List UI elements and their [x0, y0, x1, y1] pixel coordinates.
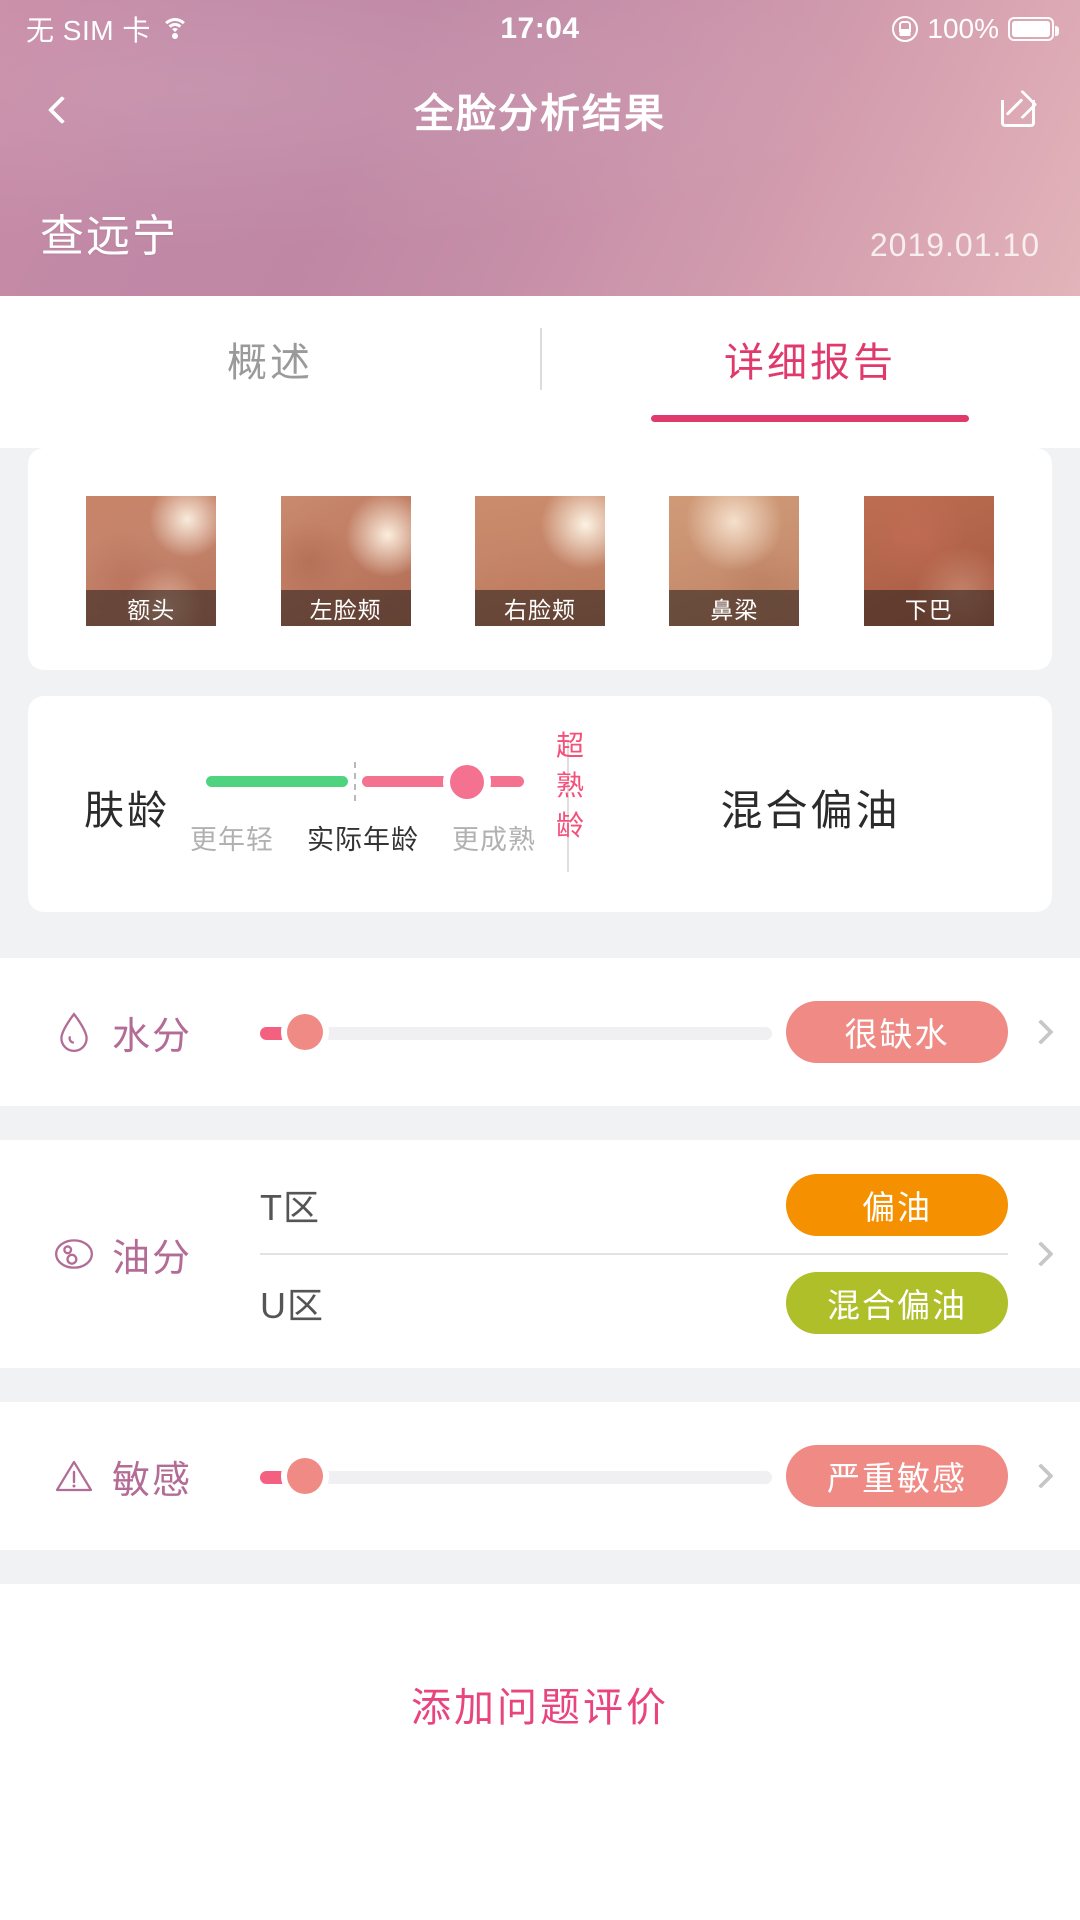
metric-row-moisture[interactable]: 水分 很缺水 [0, 958, 1080, 1106]
footer-bar: 添加问题评价 [0, 1584, 1080, 1824]
user-name: 查远宁 [40, 212, 178, 261]
water-drop-icon-svg [60, 1012, 88, 1053]
skin-patch-label: 鼻梁 [669, 590, 800, 626]
skin-patch-item[interactable]: 额头 [86, 496, 217, 626]
tab-detailed-report[interactable]: 详细报告 [540, 296, 1080, 422]
tab-detailed-report-label: 详细报告 [724, 341, 896, 385]
add-review-button[interactable]: 添加问题评价 [411, 1675, 669, 1733]
metric-row-oil[interactable]: 油分 T区 偏油 U区 混合偏油 [0, 1140, 1080, 1368]
oil-zone-divider [260, 1253, 1008, 1255]
skin-patch-list: 额头 左脸颊 右脸颊 鼻梁 下巴 [28, 496, 1052, 626]
sensitivity-slider[interactable] [260, 1458, 772, 1494]
skin-patch-image: 右脸颊 [474, 496, 605, 626]
metric-name-sensitivity: 敏感 [112, 1459, 193, 1502]
section-gap [0, 1106, 1080, 1140]
skin-patch-item[interactable]: 鼻梁 [669, 496, 800, 626]
battery-percent-label: 100% [927, 13, 999, 44]
skin-type-summary-label: 混合偏油 [720, 786, 901, 834]
skin-age-scale: 更年轻 实际年龄 更成熟 [190, 818, 536, 857]
navigation-bar: 全脸分析结果 [0, 58, 1080, 162]
oil-pores-icon-svg [54, 1239, 94, 1269]
tab-bar: 概述 详细报告 [0, 296, 1080, 422]
subheader: 查远宁 2019.01.10 [0, 162, 1080, 264]
skin-age-actual-marker [354, 761, 356, 802]
skin-age-label: 肤龄 [84, 789, 170, 833]
warning-triangle-icon [48, 1458, 100, 1494]
moisture-result-label: 很缺水 [844, 1016, 950, 1053]
moisture-slider-track [260, 1027, 772, 1040]
report-body: 额头 左脸颊 右脸颊 鼻梁 下巴 肤龄 超熟龄 更年轻 实际年龄 更成熟 混合偏… [0, 448, 1080, 1824]
skin-patch-card: 额头 左脸颊 右脸颊 鼻梁 下巴 [28, 448, 1052, 670]
status-bar-right: 100% [892, 13, 1059, 45]
skin-age-meter[interactable]: 超熟龄 更年轻 实际年龄 更成熟 [190, 730, 584, 857]
skin-patch-label: 下巴 [863, 590, 994, 626]
section-gap [0, 912, 1080, 958]
back-button[interactable] [34, 82, 90, 138]
sensitivity-result-badge: 严重敏感 [786, 1445, 1008, 1507]
skin-age-badge: 超熟龄 [556, 729, 586, 841]
skin-patch-label: 左脸颊 [280, 590, 411, 626]
oil-result-badge-u: 混合偏油 [786, 1272, 1008, 1334]
oil-result-label-t: 偏油 [862, 1189, 932, 1226]
sensitivity-slider-knob[interactable] [286, 1458, 323, 1494]
skin-patch-label: 右脸颊 [474, 590, 605, 626]
skin-patch-image: 鼻梁 [669, 496, 800, 626]
oil-zones: T区 偏油 U区 混合偏油 [260, 1163, 1008, 1345]
app-root: 无 SIM 卡 17:04 100% 全脸分析结果 查远宁 2019.01.10… [0, 0, 1080, 1920]
section-gap [0, 1550, 1080, 1584]
moisture-slider[interactable] [260, 1014, 772, 1050]
oil-zone-row-u: U区 混合偏油 [260, 1261, 1008, 1345]
water-drop-icon [48, 1011, 100, 1053]
share-button[interactable] [990, 82, 1046, 138]
skin-patch-item[interactable]: 下巴 [863, 496, 994, 626]
chevron-right-icon[interactable] [1028, 1019, 1054, 1045]
skin-age-meter-group: 肤龄 超熟龄 更年轻 实际年龄 更成熟 [28, 730, 584, 857]
chevron-right-icon[interactable] [1028, 1241, 1054, 1267]
moisture-result-badge: 很缺水 [786, 1001, 1008, 1063]
page-header: 无 SIM 卡 17:04 100% 全脸分析结果 查远宁 2019.01.10 [0, 0, 1080, 296]
rotation-lock-icon [892, 16, 919, 42]
skin-patch-image: 额头 [86, 496, 217, 626]
sensitivity-result-label: 严重敏感 [827, 1460, 967, 1497]
oil-result-badge-t: 偏油 [786, 1174, 1008, 1236]
section-gap [0, 1368, 1080, 1402]
oil-zone-label-t: T区 [260, 1187, 320, 1228]
chevron-right-icon[interactable] [1028, 1463, 1054, 1489]
chevron-left-icon [47, 95, 77, 125]
report-date: 2019.01.10 [869, 227, 1040, 263]
oil-zone-label-u: U区 [260, 1285, 324, 1326]
metric-name-moisture: 水分 [112, 1015, 193, 1058]
oil-zone-row-t: T区 偏油 [260, 1163, 1008, 1247]
metric-name-oil: 油分 [112, 1237, 193, 1280]
share-icon [1001, 93, 1035, 127]
skin-type-summary: 混合偏油 [569, 777, 1052, 838]
skin-age-scale-older: 更成熟 [452, 824, 536, 855]
moisture-slider-knob[interactable] [286, 1014, 323, 1050]
skin-patch-item[interactable]: 右脸颊 [474, 496, 605, 626]
skin-patch-item[interactable]: 左脸颊 [280, 496, 411, 626]
skin-age-younger-bar [206, 775, 348, 787]
skin-age-knob[interactable] [450, 764, 484, 799]
tab-overview-label: 概述 [227, 341, 313, 385]
skin-patch-image: 左脸颊 [280, 496, 411, 626]
page-title: 全脸分析结果 [414, 92, 666, 136]
skin-age-track [206, 758, 526, 804]
skin-age-card: 肤龄 超熟龄 更年轻 实际年龄 更成熟 混合偏油 [28, 696, 1052, 912]
oil-pores-icon [48, 1236, 100, 1272]
skin-patch-label: 额头 [86, 590, 217, 626]
status-bar: 无 SIM 卡 17:04 100% [0, 0, 1080, 58]
metric-row-sensitivity[interactable]: 敏感 严重敏感 [0, 1402, 1080, 1550]
sensitivity-slider-track [260, 1471, 772, 1484]
skin-age-older-bar [362, 775, 524, 787]
oil-result-label-u: 混合偏油 [827, 1287, 967, 1324]
battery-full-icon [1008, 17, 1059, 41]
skin-patch-image: 下巴 [863, 496, 994, 626]
tab-overview[interactable]: 概述 [0, 296, 540, 422]
skin-age-scale-actual: 实际年龄 [307, 824, 419, 855]
skin-age-scale-younger: 更年轻 [190, 824, 274, 855]
warning-triangle-icon-svg [55, 1460, 93, 1492]
